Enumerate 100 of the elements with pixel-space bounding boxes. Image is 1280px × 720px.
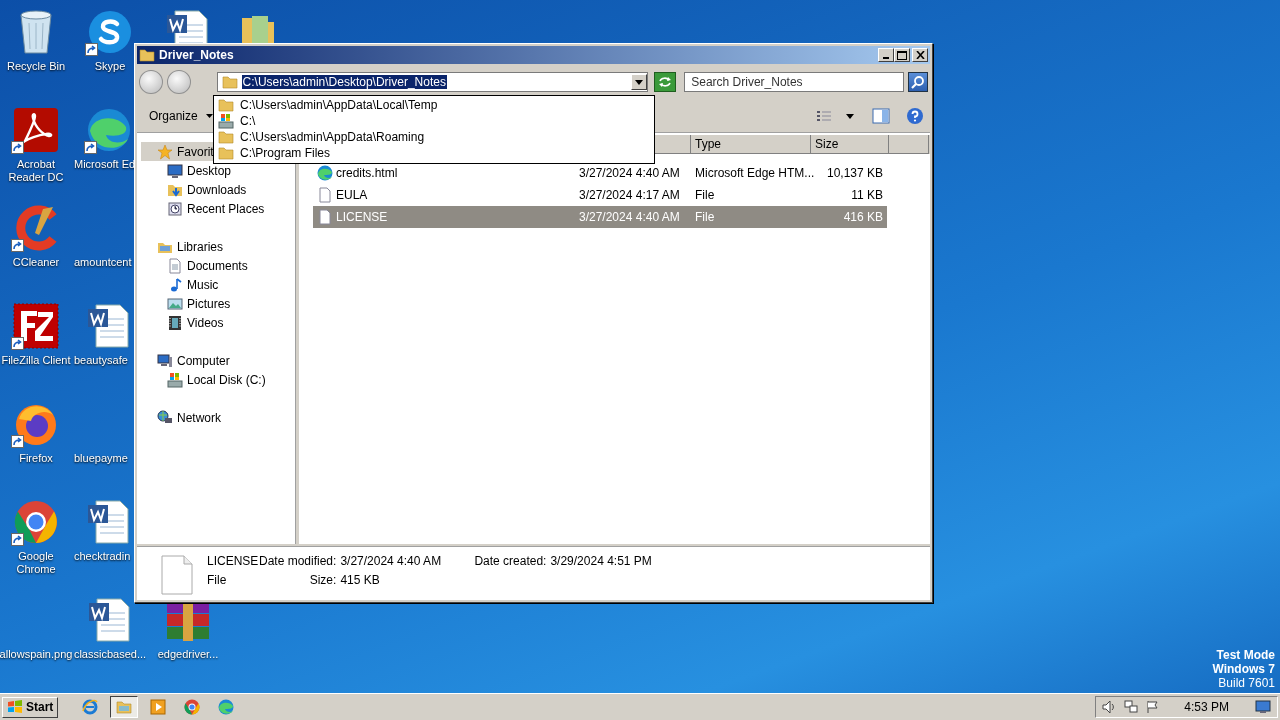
pdf-icon — [13, 107, 59, 153]
picture-frame-icon — [167, 295, 183, 312]
nav-item[interactable]: Network — [137, 408, 227, 427]
nav-item[interactable]: Desktop — [137, 161, 238, 180]
desktop-icon-label[interactable]: FileZilla Client — [1, 354, 71, 367]
history-item[interactable]: C:\ — [214, 113, 654, 129]
back-button[interactable] — [139, 70, 163, 94]
edge-icon — [86, 107, 132, 153]
desktop-icon-label[interactable]: edgedriver... — [157, 648, 219, 661]
file-type: File — [207, 573, 228, 587]
address-field[interactable]: C:\Users\admin\Desktop\Driver_Notes — [216, 72, 649, 92]
nav-item[interactable]: Computer — [137, 351, 236, 370]
document-icon — [317, 209, 333, 225]
folder-icon — [218, 145, 234, 161]
network-icon[interactable] — [1124, 700, 1139, 714]
desktop-icon-label[interactable]: Firefox — [19, 452, 53, 465]
field-label: Date modified: — [259, 554, 337, 568]
file-date: 3/27/2024 4:17 AM — [578, 188, 681, 202]
word-document-icon — [87, 597, 133, 643]
document-icon — [161, 555, 193, 595]
organize-menu[interactable]: Organize — [149, 107, 213, 125]
desktop-icon-label[interactable]: Recycle Bin — [6, 60, 66, 73]
clock[interactable]: 4:53 PM — [1184, 700, 1229, 714]
word-document-icon — [86, 499, 132, 545]
speaker-icon[interactable] — [1102, 700, 1117, 714]
column-header[interactable]: Size — [811, 135, 889, 154]
refresh-button[interactable] — [654, 72, 677, 92]
desktop-icon-label[interactable]: beautysafe — [74, 354, 128, 367]
search-field[interactable]: Search Driver_Notes — [684, 72, 905, 92]
desktop-icon-label[interactable]: CCleaner — [12, 256, 60, 269]
forward-button[interactable] — [166, 70, 191, 94]
column-header[interactable]: Type — [691, 135, 811, 154]
maximize-button[interactable] — [894, 48, 910, 62]
close-button[interactable] — [912, 48, 928, 62]
history-item[interactable]: C:\Users\admin\AppData\Local\Temp — [214, 97, 654, 113]
history-item[interactable]: C:\Users\admin\AppData\Roaming — [214, 129, 654, 145]
test-mode-text: Build 7601 — [1218, 676, 1275, 690]
computer-icon — [157, 352, 173, 369]
nav-item[interactable]: Downloads — [137, 180, 253, 199]
test-mode-text: Windows 7 — [1212, 662, 1275, 676]
close-icon — [915, 51, 925, 59]
field-value: 3/29/2024 4:51 PM — [550, 554, 652, 568]
window-title: Driver_Notes — [159, 48, 235, 62]
minimize-button[interactable] — [878, 48, 894, 62]
file-row[interactable]: EULA 3/27/2024 4:17 AM File 11 KB — [313, 184, 887, 206]
show-desktop-icon[interactable] — [1255, 700, 1271, 714]
test-mode-text: Test Mode — [1216, 648, 1275, 662]
nav-item[interactable]: Pictures — [137, 294, 237, 313]
desktop-icon-label[interactable]: bluepayme — [74, 452, 128, 465]
caret-icon[interactable] — [846, 113, 854, 119]
folder-icon — [218, 129, 234, 145]
folder-icon — [221, 74, 238, 90]
column-header[interactable] — [889, 135, 929, 154]
preview-pane-icon[interactable] — [872, 108, 890, 124]
caret-icon — [635, 79, 644, 85]
media-player-icon[interactable] — [150, 699, 167, 715]
dropdown-button[interactable] — [631, 74, 648, 90]
nav-item[interactable]: Documents — [137, 256, 254, 275]
desktop-icon-label[interactable]: Acrobat Reader DC — [0, 158, 74, 184]
desktop-icon-label[interactable]: amountcent — [74, 256, 132, 269]
field-label: Date created: — [474, 554, 547, 568]
chrome-icon — [13, 499, 59, 545]
file-name: EULA — [336, 188, 368, 202]
nav-item[interactable]: Music — [137, 275, 225, 294]
file-date: 3/27/2024 4:40 AM — [578, 210, 681, 224]
desktop-icon-label[interactable]: Skype — [94, 60, 126, 73]
monitor-icon — [167, 162, 183, 179]
nav-item[interactable]: Local Disk (C:) — [137, 370, 272, 389]
taskbar-button[interactable] — [110, 696, 139, 718]
edge-icon — [218, 699, 235, 715]
folder-icon — [218, 97, 234, 113]
browser-e-icon[interactable] — [82, 699, 99, 715]
file-type: Microsoft Edge HTM... — [695, 166, 816, 180]
chrome-icon[interactable] — [184, 699, 201, 715]
desktop-icon-label[interactable]: checktradin — [74, 550, 131, 563]
search-button[interactable] — [908, 72, 928, 92]
desktop-icon-label[interactable]: Google Chrome — [0, 550, 74, 576]
file-row[interactable]: credits.html 3/27/2024 4:40 AM Microsoft Edge HTM... 10,137 KB — [313, 162, 887, 184]
file-name: credits.html — [336, 166, 398, 180]
help-icon[interactable] — [906, 107, 924, 125]
file-size: 10,137 KB — [825, 166, 883, 180]
desktop-icon-label[interactable]: allowspain.png — [0, 648, 73, 661]
field-value: 415 KB — [340, 573, 381, 587]
file-name: LICENSE — [336, 210, 388, 224]
desktop-icon-label[interactable]: Microsoft Ed — [74, 158, 136, 171]
field-value: 3/27/2024 4:40 AM — [340, 554, 443, 568]
desktop-icon-label[interactable]: classicbased... — [73, 648, 147, 661]
file-type: File — [695, 188, 716, 202]
view-list-icon[interactable] — [816, 109, 832, 123]
broom-c-icon — [13, 205, 59, 251]
nav-item[interactable]: Recent Places — [137, 199, 271, 218]
file-type: File — [695, 210, 716, 224]
edge-icon — [317, 165, 333, 181]
flag-icon[interactable] — [1146, 700, 1161, 714]
start-logo-icon — [7, 700, 23, 714]
nav-item[interactable]: Libraries — [137, 237, 230, 256]
globe-computer-icon — [157, 409, 173, 426]
nav-item[interactable]: Videos — [137, 313, 230, 332]
refresh-icon — [658, 76, 673, 88]
start-button[interactable]: Start — [2, 696, 59, 718]
